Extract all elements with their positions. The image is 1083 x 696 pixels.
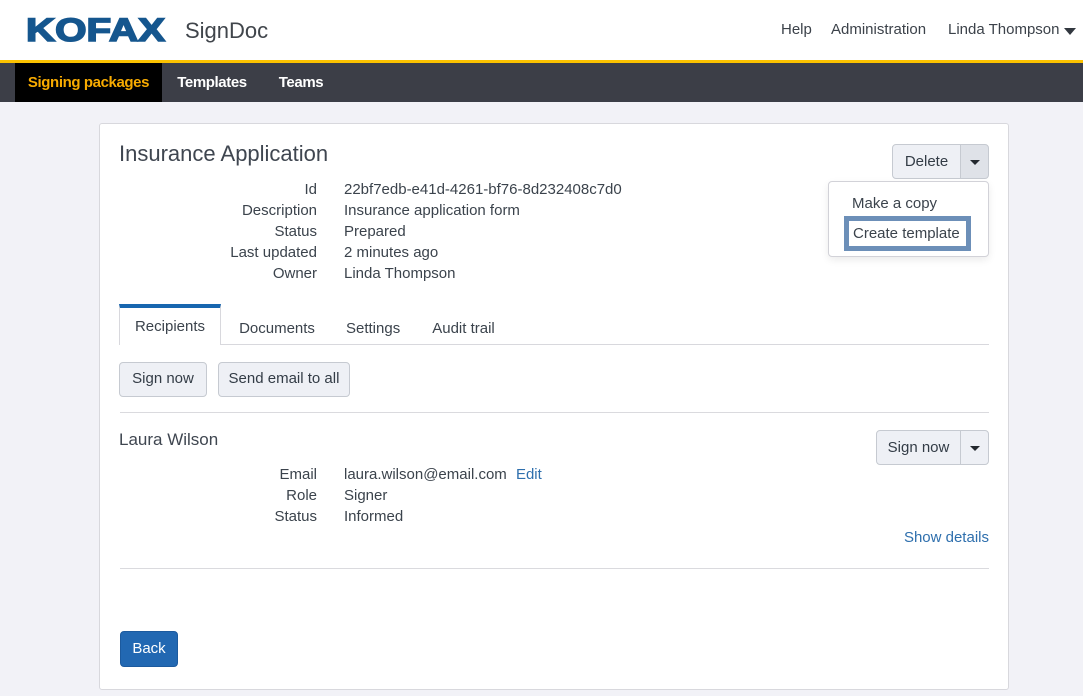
svg-text:KOFAX: KOFAX bbox=[26, 17, 166, 42]
